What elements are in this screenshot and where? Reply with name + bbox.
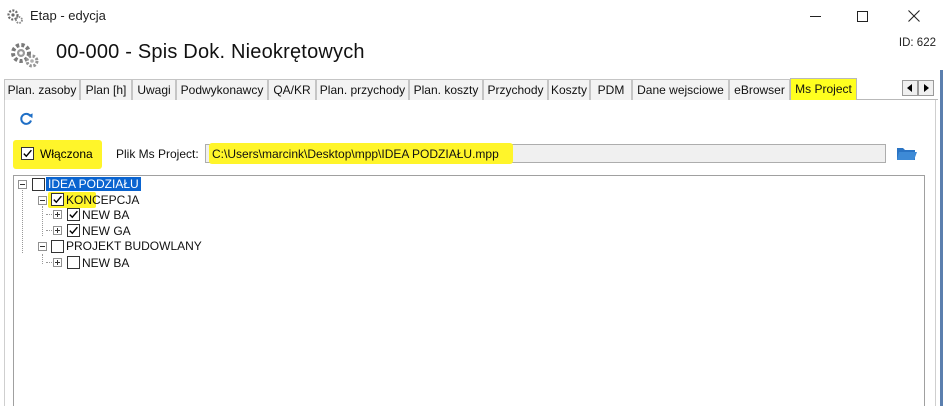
minimize-button[interactable]	[792, 0, 838, 32]
tab-plan-h[interactable]: Plan [h]	[80, 79, 132, 100]
tab-ebrowser[interactable]: eBrowser	[729, 79, 790, 100]
enabled-label: Włączona	[40, 147, 93, 161]
new-ba-checkbox[interactable]	[67, 208, 80, 221]
tab-label: Plan. koszty	[413, 83, 479, 97]
new-ga-expand-button[interactable]	[53, 226, 62, 235]
tab-scroll-right-icon	[923, 81, 929, 95]
tab-label: Podwykonawcy	[180, 83, 264, 97]
tab-qa-kr[interactable]: QA/KR	[268, 79, 316, 100]
tab-podwykonawcy[interactable]: Podwykonawcy	[176, 79, 268, 100]
tree-node-root[interactable]: IDEA PODZIAŁU	[46, 177, 141, 191]
tree-node-new-ga[interactable]: NEW GA	[82, 224, 131, 238]
tab-label: Plan. zasoby	[7, 83, 77, 97]
tab-label: Przychody	[487, 83, 544, 97]
close-icon	[908, 10, 920, 22]
new-ba-expand-button[interactable]	[53, 210, 62, 219]
tab-ms-project[interactable]: Ms Project	[790, 78, 857, 101]
tab-label: eBrowser	[734, 83, 785, 97]
tasks-tree[interactable]: IDEA PODZIAŁU KONCEPCJA NEW BA NEW GA PR…	[13, 175, 925, 406]
tab-label: Dane wejsciowe	[637, 83, 724, 97]
projekt-budowlany-checkbox[interactable]	[51, 240, 64, 253]
file-label: Plik Ms Project:	[116, 147, 199, 161]
tab-label: Uwagi	[137, 83, 171, 97]
tab-plan-koszty[interactable]: Plan. koszty	[409, 79, 483, 100]
tab-label: Koszty	[550, 83, 587, 97]
koncepcja-collapse-button[interactable]	[38, 196, 47, 205]
file-path-value: C:\Users\marcink\Desktop\mpp\IDEA PODZIA…	[212, 147, 499, 161]
tree-node-koncepcja[interactable]: KONCEPCJA	[66, 193, 139, 207]
refresh-icon	[18, 112, 34, 130]
browse-button[interactable]	[896, 145, 918, 163]
root-label: IDEA PODZIAŁU	[46, 177, 141, 191]
tab-plan-zasoby[interactable]: Plan. zasoby	[4, 79, 80, 100]
tree-node-projekt-budowlany[interactable]: PROJEKT BUDOWLANY	[66, 239, 202, 253]
tab-label: Ms Project	[795, 82, 852, 96]
tab-label: Plan [h]	[85, 83, 127, 97]
page-title: 00-000 - Spis Dok. Nieokrętowych	[56, 41, 365, 63]
tab-uwagi[interactable]: Uwagi	[132, 79, 176, 100]
new-ba-2-expand-button[interactable]	[53, 258, 62, 267]
window-title: Etap - edycja	[30, 8, 106, 23]
tree-node-new-ba[interactable]: NEW BA	[82, 208, 129, 222]
tab-dane-wejsciowe[interactable]: Dane wejsciowe	[632, 79, 729, 100]
tab-plan-przychody[interactable]: Plan. przychody	[316, 79, 409, 100]
tab-label: QA/KR	[273, 83, 311, 97]
refresh-button[interactable]	[18, 111, 34, 127]
root-collapse-button[interactable]	[18, 180, 27, 189]
koncepcja-checkbox[interactable]	[51, 193, 64, 206]
minimize-icon	[809, 11, 821, 22]
tab-strip: Plan. zasoby Plan [h] Uwagi Podwykonawcy…	[4, 78, 938, 101]
tree-line	[42, 206, 43, 236]
tab-scroll-right-button[interactable]	[918, 80, 934, 96]
folder-icon	[896, 148, 918, 166]
new-ga-checkbox[interactable]	[67, 224, 80, 237]
tab-scroll-left-button[interactable]	[902, 80, 918, 96]
title-bar: Etap - edycja	[0, 0, 943, 32]
form-header: 00-000 - Spis Dok. Nieokrętowych ID: 622	[0, 32, 943, 74]
gears-icon	[6, 7, 24, 25]
tab-przychody[interactable]: Przychody	[483, 79, 548, 100]
root-checkbox[interactable]	[32, 178, 45, 191]
tab-label: Plan. przychody	[319, 83, 406, 97]
tab-koszty[interactable]: Koszty	[548, 79, 590, 100]
maximize-icon	[856, 10, 868, 22]
tree-line	[22, 190, 23, 253]
tab-scroll-left-icon	[907, 81, 913, 95]
record-id: ID: 622	[898, 37, 936, 49]
enabled-checkbox[interactable]	[21, 147, 34, 160]
projekt-budowlany-collapse-button[interactable]	[38, 242, 47, 251]
maximize-button[interactable]	[839, 0, 885, 32]
new-ba-2-checkbox[interactable]	[67, 256, 80, 269]
tab-pdm[interactable]: PDM	[590, 79, 632, 100]
close-button[interactable]	[891, 0, 937, 32]
tree-line	[42, 254, 43, 264]
tab-label: PDM	[597, 83, 625, 97]
gears-icon	[8, 38, 40, 70]
tree-node-new-ba-2[interactable]: NEW BA	[82, 256, 129, 270]
